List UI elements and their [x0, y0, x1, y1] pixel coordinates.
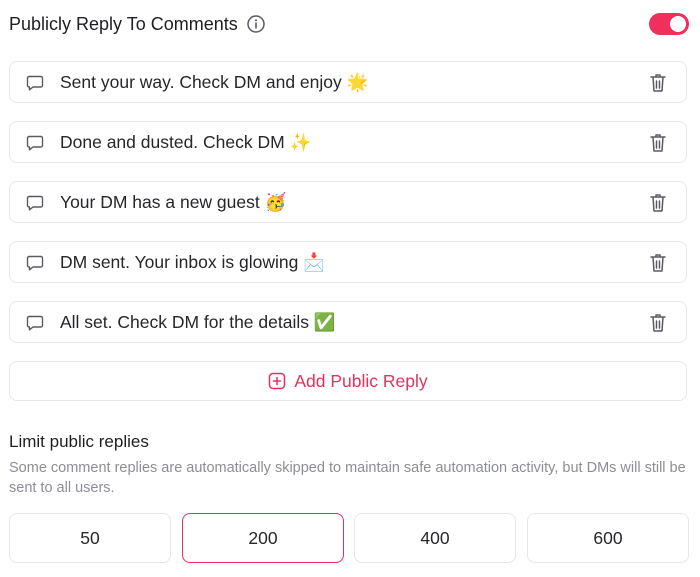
plus-square-icon: [268, 372, 286, 390]
limit-description: Some comment replies are automatically s…: [9, 460, 686, 496]
comment-bubble-icon: [25, 313, 45, 333]
trash-icon[interactable]: [648, 312, 668, 334]
add-public-reply-button[interactable]: Add Public Reply: [9, 361, 687, 401]
limit-title: Limit public replies: [9, 432, 149, 451]
limit-option-50[interactable]: 50: [9, 513, 171, 563]
public-reply-panel: Publicly Reply To Comments Sent your way…: [9, 0, 689, 563]
add-public-reply-label: Add Public Reply: [294, 370, 428, 391]
reply-text[interactable]: DM sent. Your inbox is glowing 📩: [60, 252, 325, 273]
public-reply-toggle[interactable]: [649, 13, 689, 35]
reply-text[interactable]: All set. Check DM for the details ✅: [60, 312, 336, 333]
reply-item[interactable]: DM sent. Your inbox is glowing 📩: [9, 241, 687, 283]
limit-option-400[interactable]: 400: [354, 513, 516, 563]
limit-option-600[interactable]: 600: [527, 513, 689, 563]
info-icon[interactable]: [246, 14, 266, 34]
comment-bubble-icon: [25, 193, 45, 213]
reply-text[interactable]: Done and dusted. Check DM ✨: [60, 132, 311, 153]
reply-item[interactable]: Sent your way. Check DM and enjoy 🌟: [9, 61, 687, 103]
reply-item[interactable]: Done and dusted. Check DM ✨: [9, 121, 687, 163]
section-header: Publicly Reply To Comments: [9, 0, 689, 48]
limit-option-200[interactable]: 200: [182, 513, 344, 563]
comment-bubble-icon: [25, 73, 45, 93]
trash-icon[interactable]: [648, 132, 668, 154]
header-left: Publicly Reply To Comments: [9, 14, 266, 35]
reply-text[interactable]: Your DM has a new guest 🥳: [60, 192, 286, 213]
reply-item[interactable]: Your DM has a new guest 🥳: [9, 181, 687, 223]
reply-text[interactable]: Sent your way. Check DM and enjoy 🌟: [60, 72, 368, 93]
reply-item[interactable]: All set. Check DM for the details ✅: [9, 301, 687, 343]
trash-icon[interactable]: [648, 192, 668, 214]
trash-icon[interactable]: [648, 252, 668, 274]
comment-bubble-icon: [25, 133, 45, 153]
toggle-knob: [670, 16, 686, 32]
comment-bubble-icon: [25, 253, 45, 273]
section-title: Publicly Reply To Comments: [9, 13, 238, 34]
trash-icon[interactable]: [648, 72, 668, 94]
